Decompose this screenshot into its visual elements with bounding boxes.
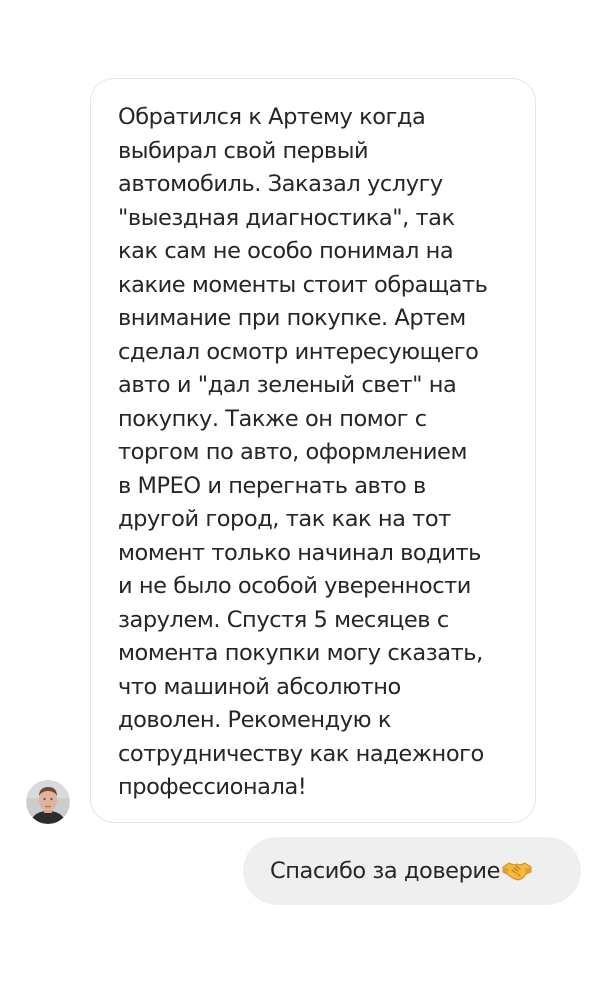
incoming-message-line: профессионала!	[118, 774, 307, 800]
incoming-message-line: покупку. Также он помог с	[118, 405, 427, 432]
incoming-message-line: автомобиль. Заказал услугу	[118, 171, 443, 197]
incoming-message-line: момента покупки могу сказать,	[118, 640, 483, 666]
incoming-message-line: в МРЕО и перегнать авто в	[118, 472, 426, 499]
handshake-icon	[502, 862, 532, 881]
incoming-message-line: авто и "дал зеленый свет" на	[118, 372, 457, 398]
incoming-message-line: сделал осмотр интересующего	[118, 338, 479, 365]
outgoing-message-bubble[interactable]: Спасибо за доверие	[243, 837, 581, 905]
sender-avatar[interactable]	[26, 780, 70, 824]
incoming-message-line: сотрудничеству как надежного	[118, 740, 484, 767]
incoming-message-line: что машиной абсолютно	[118, 673, 401, 700]
incoming-message-line: зарулем. Спустя 5 месяцев с	[118, 606, 449, 633]
user-avatar-icon	[26, 780, 70, 824]
incoming-message-text: Обратился к Артему когда выбирал свой пер…	[118, 101, 511, 805]
incoming-message-bubble[interactable]: Обратился к Артему когда выбирал свой пер…	[90, 78, 536, 823]
incoming-message-line: какие моменты стоит обращать	[118, 271, 488, 298]
incoming-message-line: выбирал свой первый	[118, 137, 369, 164]
incoming-message-line: другой город, так как на тот	[118, 506, 451, 532]
incoming-message-line: и не было особой уверенности	[118, 573, 471, 599]
incoming-message-line: доволен. Рекомендую к	[118, 707, 391, 733]
incoming-message-line: "выездная диагностика", так	[118, 204, 455, 231]
incoming-message-line: Обратился к Артему когда	[118, 104, 426, 130]
incoming-message-line: как сам не особо понимал на	[118, 238, 454, 264]
outgoing-message-text: Спасибо за доверие	[270, 858, 500, 884]
incoming-message-line: внимание при покупке. Артем	[118, 305, 466, 331]
incoming-message-line: торгом по авто, оформлением	[118, 439, 467, 465]
incoming-message-line: момент только начинал водить	[118, 539, 481, 566]
